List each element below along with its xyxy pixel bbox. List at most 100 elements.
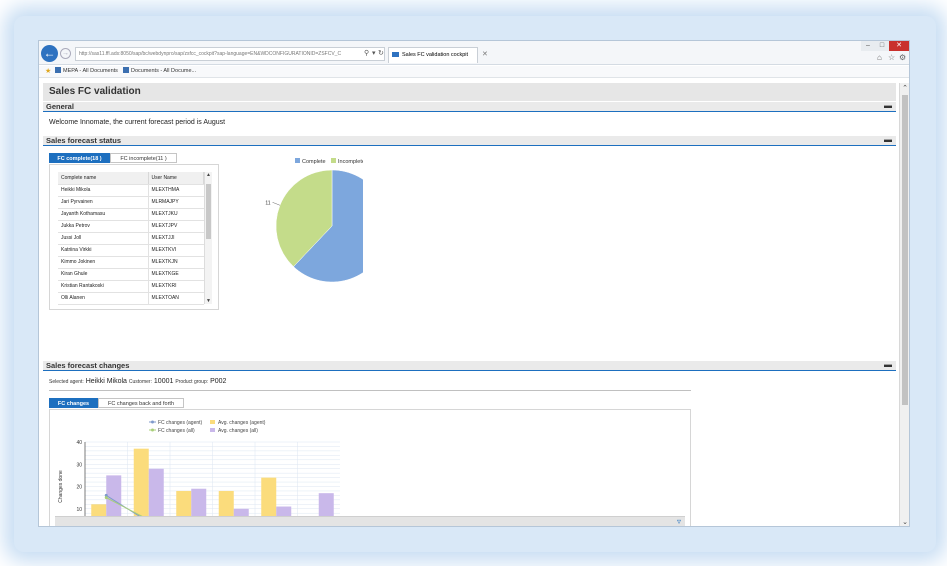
tab-fc-incomplete[interactable]: FC incomplete(11 ) [110, 153, 177, 163]
home-icon[interactable]: ⌂ [877, 53, 882, 62]
sharepoint-icon [55, 67, 61, 73]
favorite-documents[interactable]: Documents - All Docume... [123, 66, 196, 77]
legend-label: Avg. changes (agent) [218, 420, 266, 426]
favorites-bar: ★ MEPA - All Documents Documents - All D… [39, 66, 909, 78]
pie-chart: CompleteIncomplete1811 [265, 158, 363, 283]
cell-user-name: MLEXTJJI [148, 232, 204, 245]
y-tick-label: 30 [76, 462, 82, 468]
cell-complete-name: Jukka Petrov [58, 220, 149, 233]
page-content: Sales FC validation General ▬ Welcome In… [43, 83, 896, 526]
cell-user-name: MLEXTJKU [148, 208, 204, 221]
cell-user-name: MLEXTOAN [148, 292, 204, 305]
cell-user-name: MLEXTKJN [148, 256, 204, 269]
welcome-text: Welcome Innomate, the current forecast p… [49, 119, 226, 126]
table-row[interactable]: Heikki Mikola MLEXTHMA [58, 184, 204, 197]
browser-tab[interactable]: Sales FC validation cockpit [388, 47, 478, 63]
scroll-up-icon[interactable]: ▲ [205, 172, 212, 178]
legend-label: FC changes (agent) [158, 420, 203, 426]
cell-complete-name: Jussi Joll [58, 232, 149, 245]
table-row[interactable]: Jari Pyrvainen MLRMAJPY [58, 196, 204, 209]
column-header-user-name[interactable]: User Name [148, 172, 204, 185]
customer-label: Customer: [128, 379, 152, 385]
product-group-value: P002 [210, 378, 227, 385]
tab-fc-changes[interactable]: FC changes [49, 398, 98, 408]
tab-fc-complete[interactable]: FC complete(18 ) [49, 153, 110, 163]
y-tick-label: 20 [76, 485, 82, 491]
cell-complete-name: Heikki Mikola [58, 184, 149, 197]
scroll-down-icon[interactable]: ▼ [205, 298, 212, 304]
table-row[interactable]: Katriina Virkki MLEXTKVI [58, 244, 204, 257]
cell-complete-name: Jayanth Kothamasu [58, 208, 149, 221]
close-tab-icon[interactable]: ✕ [482, 50, 488, 58]
maximize-icon[interactable]: □ [875, 41, 889, 51]
y-axis-label: Changes done [58, 470, 64, 503]
scroll-down-icon[interactable]: ⌄ [901, 518, 909, 526]
table-row[interactable]: Jukka Petrov MLEXTJPV [58, 220, 204, 233]
bottom-toolbar: ▿ [55, 516, 685, 526]
collapse-icon[interactable]: ▬ [884, 101, 892, 111]
address-bar[interactable]: http://sas11.ffl.ads:8050/sap/bc/webdynp… [75, 47, 385, 61]
legend-marker [151, 420, 154, 424]
changes-panel: FC changes (agent) Avg. changes (agent) FC… [49, 409, 691, 526]
cell-complete-name: Olli Alanen [58, 292, 149, 305]
legend-label: Avg. changes (all) [218, 428, 258, 434]
status-section-header: Sales forecast status ▬ [43, 135, 896, 146]
search-icon[interactable]: ⚲ [364, 47, 369, 61]
scrollbar-thumb[interactable] [206, 184, 211, 239]
selected-agent-value: Heikki Mikola [85, 378, 127, 385]
divider [49, 390, 691, 391]
close-window-icon[interactable]: ✕ [889, 41, 909, 51]
favorites-star-icon[interactable]: ☆ [888, 53, 895, 62]
table-row[interactable]: Kristian Rantakoski MLEXTKRI [58, 280, 204, 293]
cell-complete-name: Kiran Ghule [58, 268, 149, 281]
legend-swatch [295, 158, 300, 163]
forward-arrow-icon[interactable]: → [60, 48, 71, 59]
page-scrollbar[interactable]: ⌃ ⌄ [899, 83, 909, 526]
sap-tab-icon [392, 52, 399, 57]
changes-chart: FC changes (agent) Avg. changes (agent) FC… [58, 420, 340, 526]
table-row[interactable]: Olli Alanen MLEXTOAN [58, 292, 204, 305]
page-scrollbar-thumb[interactable] [902, 95, 908, 405]
favorites-star-icon-bar[interactable]: ★ [45, 66, 51, 78]
cell-user-name: MLEXTKRI [148, 280, 204, 293]
filter-icon[interactable]: ▿ [677, 517, 681, 526]
data-point[interactable] [104, 496, 108, 500]
legend-swatch [210, 420, 215, 424]
table-row[interactable]: Jayanth Kothamasu MLEXTJKU [58, 208, 204, 221]
page-title: Sales FC validation [43, 83, 896, 101]
favorite-mepa[interactable]: MEPA - All Documents [55, 66, 118, 77]
collapse-icon[interactable]: ▬ [884, 360, 892, 370]
cell-complete-name: Katriina Virkki [58, 244, 149, 257]
selected-agent-label: Selected agent: [49, 379, 84, 385]
column-header-complete-name[interactable]: Complete name [58, 172, 149, 185]
table-header-row: Complete name User Name [58, 172, 204, 185]
table-scrollbar[interactable]: ▲ ▼ [204, 172, 212, 304]
table-row[interactable]: Jussi Joll MLEXTJJI [58, 232, 204, 245]
back-arrow-icon[interactable]: ← [41, 45, 58, 62]
browser-window: ← → http://sas11.ffl.ads:8050/sap/bc/web… [38, 40, 910, 527]
cell-user-name: MLEXTJPV [148, 220, 204, 233]
table-row[interactable]: Kiran Ghule MLEXTKGE [58, 268, 204, 281]
legend-label: Complete [302, 159, 326, 165]
y-tick-label: 10 [76, 507, 82, 513]
y-tick-label: 40 [76, 440, 82, 446]
product-group-label: Product group: [175, 379, 209, 385]
table-row[interactable]: Kimmo Jokinen MLEXTKJN [58, 256, 204, 269]
cell-user-name: MLEXTKVI [148, 244, 204, 257]
minimize-icon[interactable]: – [861, 41, 875, 51]
customer-value: 10001 [153, 378, 174, 385]
cell-user-name: MLEXTKGE [148, 268, 204, 281]
status-table: Complete name User Name Heikki Mikola MLE… [58, 172, 204, 305]
browser-toolbar: ← → http://sas11.ffl.ads:8050/sap/bc/web… [39, 41, 909, 65]
collapse-icon[interactable]: ▬ [884, 135, 892, 145]
legend-marker [151, 428, 154, 432]
tab-fc-changes-back-and-forth[interactable]: FC changes back and forth [98, 398, 184, 408]
sharepoint-icon [123, 67, 129, 73]
dropdown-icon[interactable]: ▾ [372, 47, 376, 61]
scroll-up-icon[interactable]: ⌃ [901, 84, 909, 92]
cell-complete-name: Jari Pyrvainen [58, 196, 149, 209]
settings-gear-icon[interactable]: ⚙ [899, 53, 906, 62]
status-panel: Complete name User Name Heikki Mikola MLE… [49, 164, 219, 310]
pie-data-label: 11 [265, 200, 270, 206]
refresh-icon[interactable]: ↻ [378, 47, 384, 61]
